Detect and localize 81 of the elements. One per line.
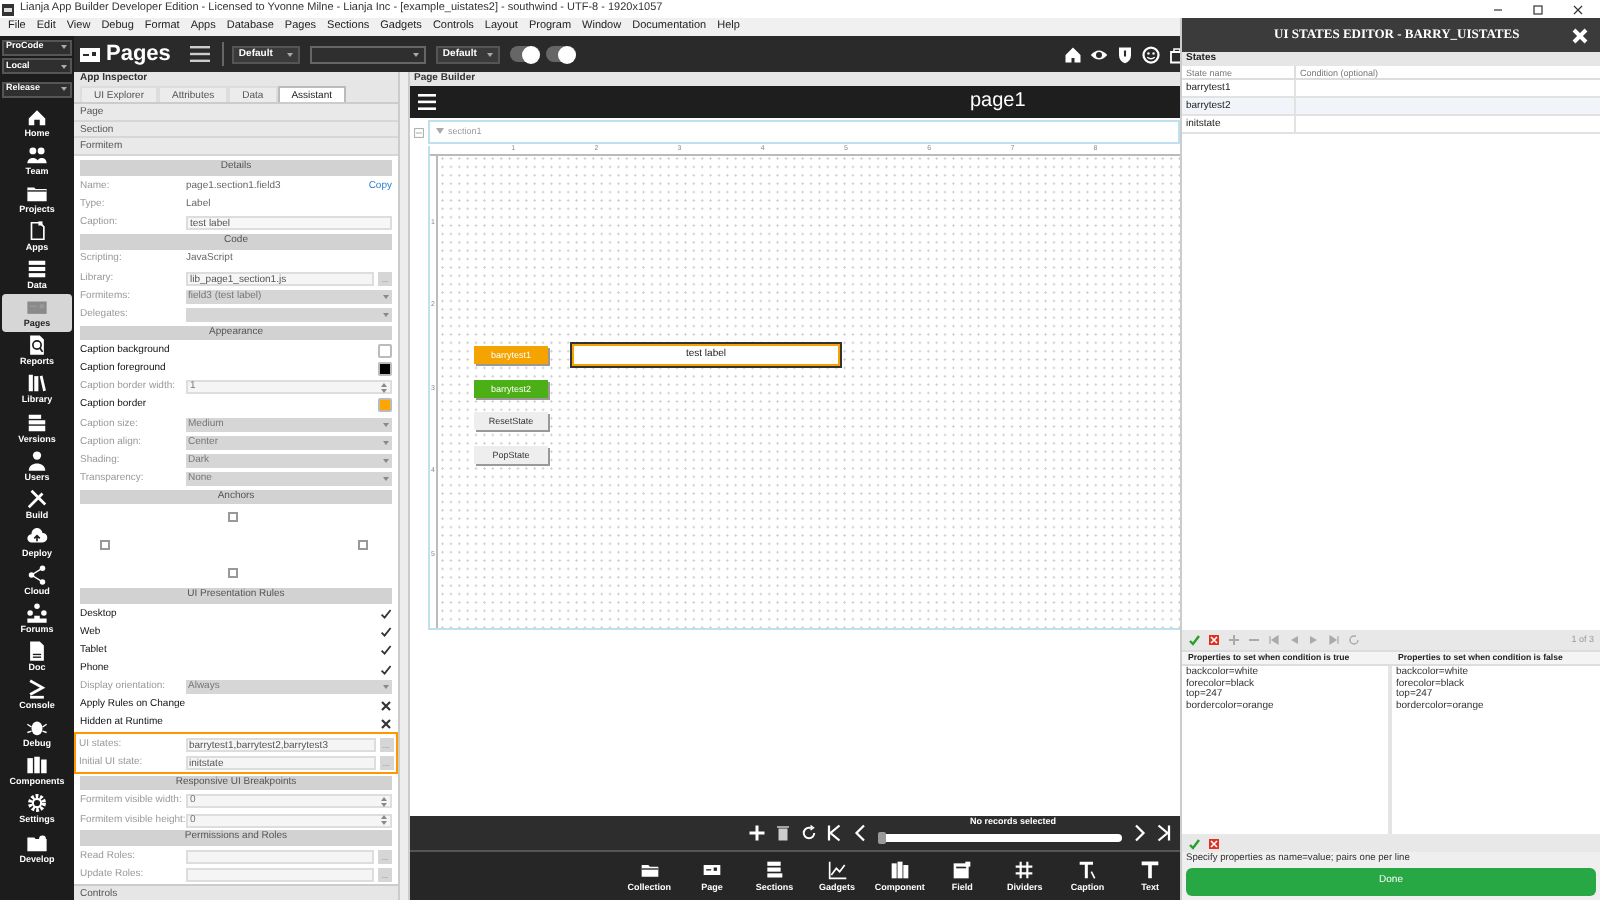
close-icon[interactable] bbox=[1572, 3, 1584, 15]
stack-icon bbox=[764, 859, 785, 880]
caret-icon bbox=[382, 421, 390, 428]
previous-icon[interactable] bbox=[852, 824, 870, 842]
caret-icon bbox=[60, 44, 68, 50]
page-title: page1 bbox=[970, 90, 1026, 114]
people-icon bbox=[26, 143, 48, 166]
page-icon bbox=[80, 47, 100, 61]
document-icon bbox=[26, 640, 48, 663]
toggle-switch[interactable] bbox=[510, 46, 541, 62]
color-swatch[interactable] bbox=[378, 344, 392, 359]
toggle-switch[interactable] bbox=[546, 46, 577, 62]
cross-icon[interactable] bbox=[380, 717, 392, 730]
house-icon[interactable] bbox=[1064, 45, 1082, 63]
eye-icon[interactable] bbox=[1090, 45, 1108, 63]
trash-icon[interactable] bbox=[774, 824, 792, 842]
anchor-checkbox[interactable] bbox=[228, 568, 238, 579]
maximize-icon[interactable] bbox=[1532, 3, 1544, 15]
toolbar-title: Pages bbox=[106, 43, 171, 65]
stepper-icon bbox=[380, 381, 388, 394]
checkmark-icon[interactable] bbox=[380, 608, 392, 621]
menu-icon[interactable] bbox=[190, 46, 211, 62]
menu-icon[interactable] bbox=[418, 94, 436, 110]
anchor-checkbox[interactable] bbox=[358, 540, 368, 551]
caret-icon bbox=[382, 293, 390, 300]
checkmark-icon[interactable] bbox=[1188, 837, 1200, 849]
folder-icon bbox=[639, 859, 660, 880]
stack-icon bbox=[26, 411, 48, 434]
slider-thumb[interactable] bbox=[878, 831, 886, 843]
anchor-checkbox[interactable] bbox=[100, 540, 110, 551]
app-logo-icon bbox=[2, 3, 14, 15]
house-icon bbox=[26, 105, 48, 128]
caret-icon bbox=[60, 86, 68, 92]
magnifier-icon bbox=[26, 334, 48, 357]
caret-icon bbox=[286, 51, 295, 57]
page-icon bbox=[701, 859, 722, 880]
caret-icon bbox=[486, 51, 495, 57]
stepper-icon bbox=[380, 795, 388, 808]
folder-icon bbox=[26, 831, 48, 854]
bug-icon bbox=[26, 716, 48, 739]
blocks-icon bbox=[26, 754, 48, 777]
stepper-icon bbox=[380, 814, 388, 826]
shield-icon[interactable] bbox=[1116, 45, 1134, 63]
gear-icon bbox=[26, 792, 48, 815]
text-icon bbox=[1140, 859, 1161, 880]
anchor-checkbox[interactable] bbox=[228, 512, 238, 523]
checkmark-icon[interactable] bbox=[380, 626, 392, 639]
people-icon bbox=[26, 602, 48, 625]
toolbar-dropdown[interactable] bbox=[310, 45, 427, 63]
smiley-icon[interactable] bbox=[1142, 45, 1160, 63]
caret-icon bbox=[382, 311, 390, 318]
hash-icon bbox=[1014, 859, 1035, 880]
field-icon bbox=[952, 859, 973, 880]
caret-icon bbox=[382, 439, 390, 446]
caret-icon bbox=[382, 475, 390, 482]
caret-icon bbox=[382, 684, 390, 691]
checkmark-icon[interactable] bbox=[1188, 634, 1200, 646]
color-swatch[interactable] bbox=[378, 398, 392, 413]
checkmark-icon[interactable] bbox=[380, 663, 392, 676]
filter-icon bbox=[436, 128, 444, 136]
cloud-upload-icon bbox=[26, 525, 48, 548]
prompt-icon bbox=[26, 678, 48, 701]
page-icon bbox=[26, 296, 48, 319]
color-swatch[interactable] bbox=[378, 362, 392, 377]
database-icon bbox=[26, 258, 48, 281]
blocks-icon bbox=[889, 859, 910, 880]
caption-icon bbox=[1077, 859, 1098, 880]
caret-icon bbox=[382, 457, 390, 464]
document-icon bbox=[26, 220, 48, 243]
caret-icon bbox=[412, 51, 421, 57]
person-icon bbox=[26, 449, 48, 472]
next-icon[interactable] bbox=[1130, 824, 1148, 842]
share-icon bbox=[26, 563, 48, 586]
cross-icon[interactable] bbox=[380, 699, 392, 712]
text-field[interactable] bbox=[186, 849, 374, 864]
chart-icon bbox=[827, 859, 848, 880]
books-icon bbox=[26, 372, 48, 395]
text-field[interactable] bbox=[186, 868, 374, 882]
minimize-icon[interactable] bbox=[1492, 3, 1504, 15]
caret-icon bbox=[60, 63, 68, 69]
checkmark-icon[interactable] bbox=[380, 644, 392, 657]
